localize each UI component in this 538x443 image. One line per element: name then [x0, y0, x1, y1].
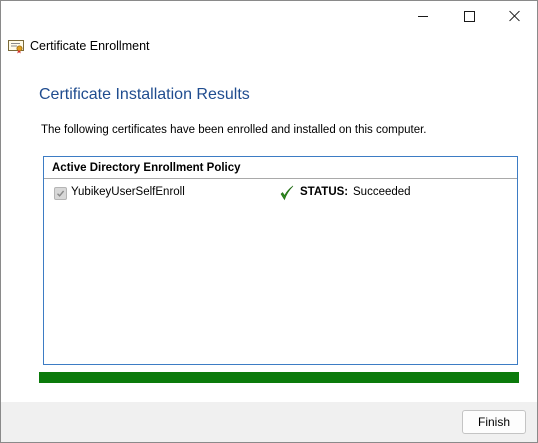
window-title: Certificate Enrollment	[30, 39, 150, 53]
minimize-button[interactable]	[400, 1, 446, 31]
maximize-icon	[463, 10, 475, 22]
instruction-text: The following certificates have been enr…	[41, 124, 427, 136]
progress-fill	[39, 372, 519, 383]
close-icon	[509, 10, 521, 22]
progress-bar	[39, 372, 519, 383]
certificate-icon	[8, 39, 24, 53]
maximize-button[interactable]	[446, 1, 492, 31]
policy-header: Active Directory Enrollment Policy	[44, 157, 517, 179]
title-row: Certificate Enrollment	[8, 37, 150, 55]
success-check-icon	[280, 185, 294, 201]
certificate-name: YubikeyUserSelfEnroll	[71, 186, 185, 198]
minimize-icon	[418, 15, 428, 17]
checkmark-icon	[57, 190, 65, 197]
close-button[interactable]	[492, 1, 537, 31]
certificate-enrollment-window: Certificate Enrollment Certificate Insta…	[0, 0, 538, 443]
enrollment-policy-panel: Active Directory Enrollment Policy Yubik…	[43, 156, 518, 365]
finish-button[interactable]: Finish	[462, 410, 526, 434]
status-label: STATUS:	[300, 186, 349, 198]
certificate-checkbox	[54, 187, 67, 200]
footer-bar	[1, 402, 537, 442]
certificate-row: YubikeyUserSelfEnroll STATUS: Succeeded	[44, 185, 517, 203]
status-value: Succeeded	[353, 186, 411, 198]
page-heading: Certificate Installation Results	[39, 86, 250, 103]
